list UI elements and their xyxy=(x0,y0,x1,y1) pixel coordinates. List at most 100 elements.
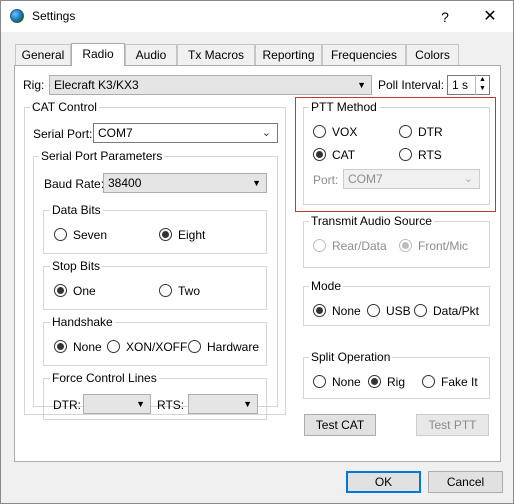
ptt-port-value: COM7 xyxy=(348,172,383,186)
dropdown-arrow-icon: ▼ xyxy=(136,399,145,409)
radio-label: None xyxy=(332,304,361,318)
ptt-cat-radio[interactable]: CAT xyxy=(313,147,355,163)
baud-rate-select[interactable]: 38400 ▼ xyxy=(103,173,267,193)
poll-interval-value: 1 s xyxy=(452,78,469,92)
tab-reporting[interactable]: Reporting xyxy=(255,44,322,65)
radio-label: Seven xyxy=(73,228,108,242)
radio-empty-icon xyxy=(313,239,326,252)
stop-bits-one-radio[interactable]: One xyxy=(54,283,96,299)
serial-port-label: Serial Port: xyxy=(33,127,93,141)
dtr-label: DTR: xyxy=(53,398,81,412)
tab-tx-macros[interactable]: Tx Macros xyxy=(177,44,255,65)
radio-selected-icon xyxy=(313,304,326,317)
data-bits-title: Data Bits xyxy=(50,203,103,217)
settings-window: Settings ? ✕ General Radio Audio Tx Macr… xyxy=(0,0,514,504)
ptt-port-select[interactable]: COM7 ⌄ xyxy=(343,169,480,189)
radio-label: Two xyxy=(178,284,201,298)
rts-select[interactable]: ▼ xyxy=(188,394,258,414)
transmit-audio-title: Transmit Audio Source xyxy=(309,214,434,228)
radio-label: Hardware xyxy=(207,340,260,354)
audio-front-mic-radio[interactable]: Front/Mic xyxy=(399,238,468,254)
radio-empty-icon xyxy=(414,304,427,317)
handshake-hardware-radio[interactable]: Hardware xyxy=(188,339,259,355)
dropdown-arrow-icon: ▼ xyxy=(243,399,252,409)
radio-selected-icon xyxy=(399,239,412,252)
radio-label: Eight xyxy=(178,228,206,242)
stop-bits-two-radio[interactable]: Two xyxy=(159,283,200,299)
radio-label: Rear/Data xyxy=(332,239,387,253)
radio-empty-icon xyxy=(422,375,435,388)
tab-general[interactable]: General xyxy=(15,44,71,65)
split-rig-radio[interactable]: Rig xyxy=(368,374,405,390)
ptt-port-label: Port: xyxy=(313,173,339,187)
close-button[interactable]: ✕ xyxy=(473,5,507,29)
rig-select[interactable]: Elecraft K3/KX3 ▼ xyxy=(49,75,372,95)
radio-empty-icon xyxy=(159,284,172,297)
radio-label: None xyxy=(73,340,102,354)
cancel-button[interactable]: Cancel xyxy=(428,471,503,493)
tab-frequencies[interactable]: Frequencies xyxy=(322,44,406,65)
tab-colors[interactable]: Colors xyxy=(406,44,459,65)
ptt-vox-radio[interactable]: VOX xyxy=(313,124,357,140)
radio-selected-icon xyxy=(368,375,381,388)
serial-port-select[interactable]: COM7 ⌄ xyxy=(93,123,278,143)
title-bar: Settings ? ✕ xyxy=(1,1,513,32)
radio-label: VOX xyxy=(332,125,358,139)
radio-label: Data/Pkt xyxy=(433,304,480,318)
radio-empty-icon xyxy=(54,228,67,241)
force-lines-title: Force Control Lines xyxy=(50,371,159,385)
poll-interval-spinbox[interactable]: 1 s ▲ ▼ xyxy=(447,75,490,95)
radio-label: USB xyxy=(386,304,411,318)
chevron-down-icon: ⌄ xyxy=(463,173,473,185)
radio-empty-icon xyxy=(367,304,380,317)
mode-none-radio[interactable]: None xyxy=(313,303,361,319)
baud-rate-label: Baud Rate: xyxy=(44,177,105,191)
radio-empty-icon xyxy=(313,125,326,138)
stop-bits-title: Stop Bits xyxy=(50,259,103,273)
spinner-arrows-icon[interactable]: ▲ ▼ xyxy=(475,75,489,95)
dropdown-arrow-icon: ▼ xyxy=(252,178,261,188)
test-ptt-button[interactable]: Test PTT xyxy=(416,414,489,436)
radio-selected-icon xyxy=(159,228,172,241)
tab-radio[interactable]: Radio xyxy=(71,43,125,66)
handshake-xonxoff-radio[interactable]: XON/XOFF xyxy=(107,339,187,355)
mode-data-pkt-radio[interactable]: Data/Pkt xyxy=(414,303,479,319)
rig-label: Rig: xyxy=(23,78,45,92)
help-button[interactable]: ? xyxy=(430,5,460,29)
data-bits-eight-radio[interactable]: Eight xyxy=(159,227,205,243)
radio-selected-icon xyxy=(313,148,326,161)
ptt-method-title: PTT Method xyxy=(309,100,379,114)
radio-label: CAT xyxy=(332,148,356,162)
radio-label: RTS xyxy=(418,148,442,162)
radio-selected-icon xyxy=(54,284,67,297)
audio-rear-data-radio[interactable]: Rear/Data xyxy=(313,238,387,254)
handshake-none-radio[interactable]: None xyxy=(54,339,102,355)
window-title: Settings xyxy=(32,9,76,23)
poll-interval-label: Poll Interval: xyxy=(378,78,445,92)
mode-usb-radio[interactable]: USB xyxy=(367,303,411,319)
data-bits-seven-radio[interactable]: Seven xyxy=(54,227,107,243)
radio-label: Fake It xyxy=(441,375,478,389)
split-none-radio[interactable]: None xyxy=(313,374,361,390)
split-fake-it-radio[interactable]: Fake It xyxy=(422,374,478,390)
test-cat-button[interactable]: Test CAT xyxy=(304,414,376,436)
rts-label: RTS: xyxy=(157,398,185,412)
baud-rate-value: 38400 xyxy=(108,176,142,190)
radio-label: DTR xyxy=(418,125,443,139)
chevron-down-icon: ⌄ xyxy=(261,127,271,139)
split-operation-title: Split Operation xyxy=(309,350,393,364)
radio-label: One xyxy=(73,284,96,298)
radio-empty-icon xyxy=(188,340,201,353)
radio-label: None xyxy=(332,375,361,389)
rig-value: Elecraft K3/KX3 xyxy=(54,78,139,92)
dtr-select[interactable]: ▼ xyxy=(83,394,151,414)
radio-empty-icon xyxy=(107,340,120,353)
ptt-rts-radio[interactable]: RTS xyxy=(399,147,442,163)
mode-title: Mode xyxy=(309,279,344,293)
ptt-dtr-radio[interactable]: DTR xyxy=(399,124,443,140)
radio-selected-icon xyxy=(54,340,67,353)
ok-button[interactable]: OK xyxy=(346,471,421,493)
serial-params-title: Serial Port Parameters xyxy=(39,149,165,163)
tab-audio[interactable]: Audio xyxy=(125,44,177,65)
cat-control-title: CAT Control xyxy=(30,100,99,114)
